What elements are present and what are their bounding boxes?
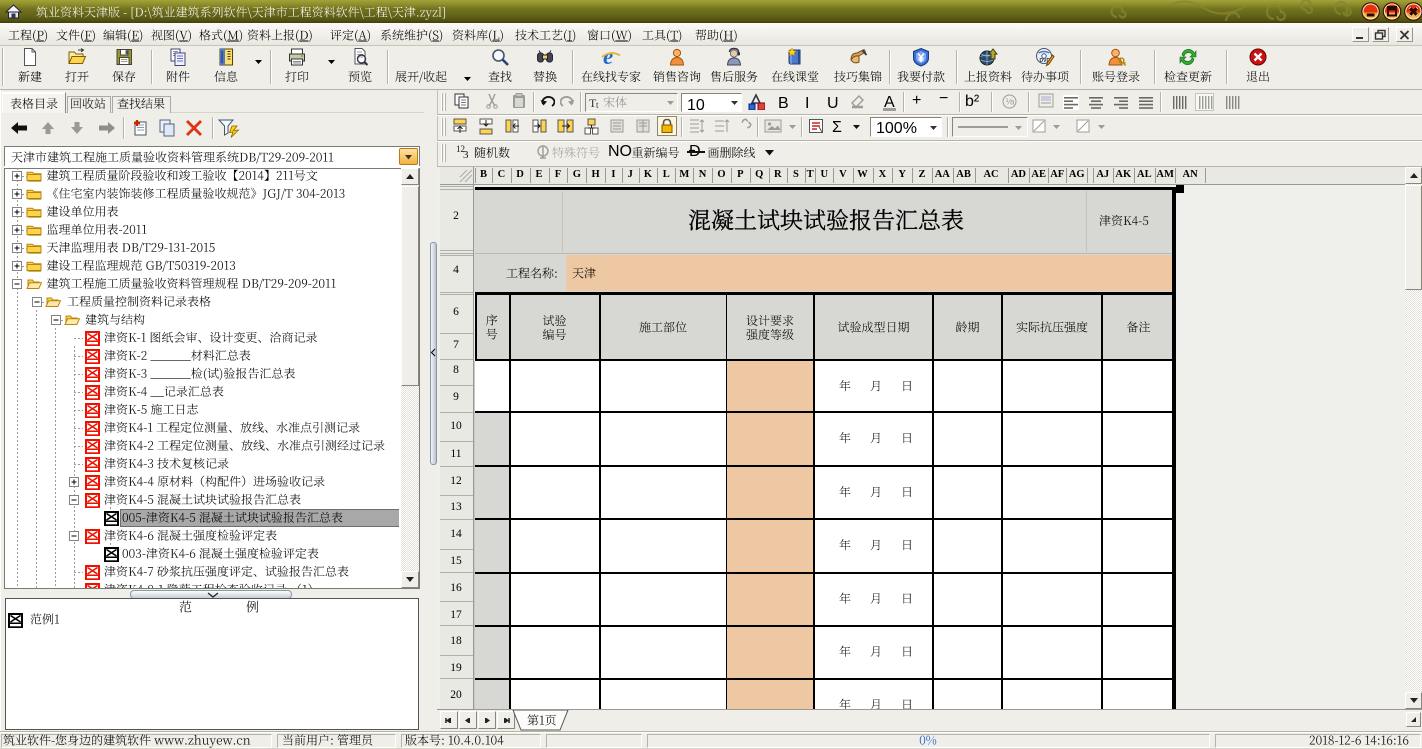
- svg-text:t: t: [596, 100, 599, 109]
- svg-text:⅟a: ⅟a: [1006, 98, 1016, 107]
- svg-text:e: e: [603, 47, 613, 67]
- svg-text:3: 3: [463, 149, 469, 159]
